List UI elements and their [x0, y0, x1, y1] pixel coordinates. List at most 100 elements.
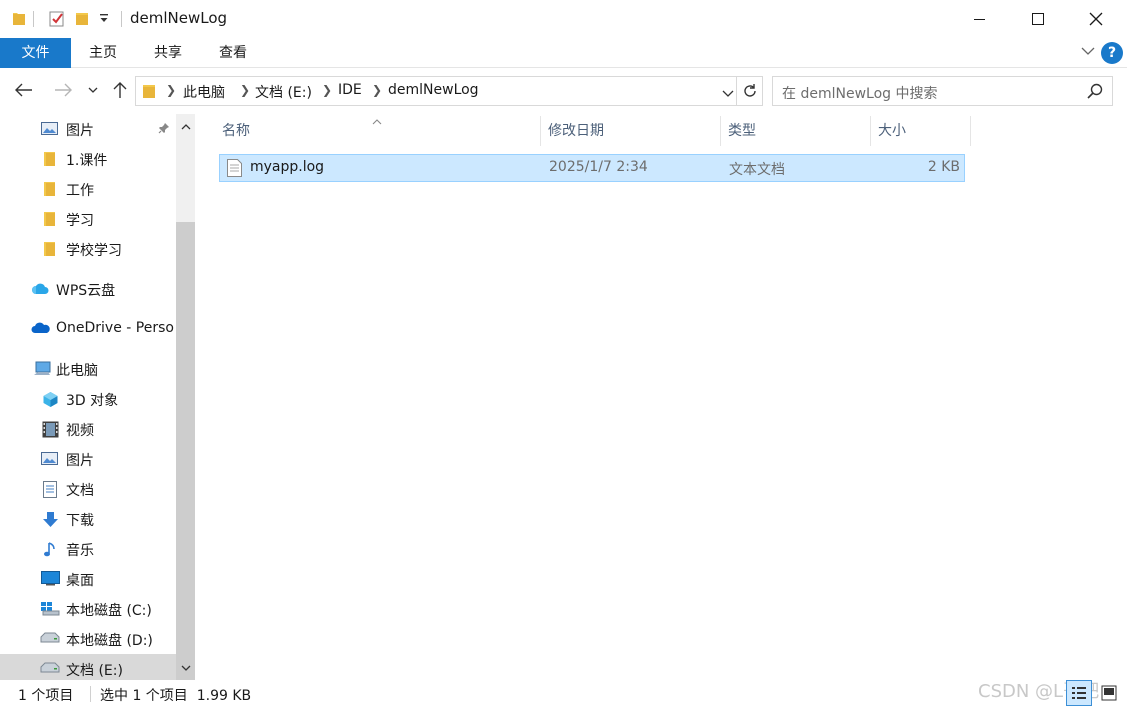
forward-arrow-icon[interactable]: [51, 78, 75, 102]
sidebar-item-label: 文档: [66, 483, 94, 499]
sidebar-item-study[interactable]: 学习: [0, 204, 176, 234]
documents-icon: [43, 481, 60, 498]
scroll-up-icon[interactable]: [176, 116, 195, 136]
sidebar-item-drive-c[interactable]: 本地磁盘 (C:): [0, 594, 176, 624]
sidebar-item-onedrive[interactable]: OneDrive - Perso: [0, 314, 176, 344]
search-icon[interactable]: [1087, 83, 1103, 103]
onedrive-cloud-icon: [31, 321, 50, 337]
back-arrow-icon[interactable]: [12, 78, 36, 102]
sidebar-item-label: 图片: [66, 453, 94, 469]
sidebar-item-label: 视频: [66, 423, 94, 439]
breadcrumb-drive-e[interactable]: 文档 (E:): [255, 82, 312, 102]
new-folder-icon[interactable]: [75, 10, 89, 30]
windows-drive-icon: [40, 601, 60, 617]
sidebar-item-label: 1.课件: [66, 153, 108, 169]
large-icons-view-button[interactable]: [1096, 680, 1122, 706]
scroll-down-icon[interactable]: [176, 658, 195, 678]
sidebar-item-school-study[interactable]: 学校学习: [0, 234, 176, 264]
status-bar: 1 个项目 选中 1 个项目 1.99 KB: [0, 680, 1127, 709]
folder-icon: [43, 211, 60, 227]
sidebar-scrollbar-thumb[interactable]: [176, 222, 195, 680]
sidebar-item-desktop[interactable]: 桌面: [0, 564, 176, 594]
sidebar-item-label: 文档 (E:): [66, 663, 123, 679]
sidebar-item-wps-cloud[interactable]: WPS云盘: [0, 274, 176, 304]
sidebar-item-music[interactable]: 音乐: [0, 534, 176, 564]
folder-icon: [142, 83, 156, 103]
sidebar-item-label: 工作: [66, 183, 94, 199]
refresh-icon: [743, 84, 756, 97]
close-button[interactable]: [1067, 0, 1125, 38]
breadcrumb-current[interactable]: demlNewLog: [388, 82, 479, 98]
videos-icon: [42, 421, 59, 438]
maximize-button[interactable]: [1009, 0, 1067, 38]
sidebar-item-label: 此电脑: [56, 363, 98, 379]
breadcrumb-chevron-icon[interactable]: ❯: [322, 83, 332, 97]
help-icon[interactable]: ?: [1101, 42, 1123, 64]
sidebar-item-documents[interactable]: 文档: [0, 474, 176, 504]
sidebar-item-label: OneDrive - Perso: [56, 320, 174, 336]
file-row[interactable]: myapp.log 2025/1/7 2:34 文本文档 2 KB: [219, 154, 965, 182]
details-view-icon: [1072, 687, 1086, 699]
status-item-count: 1 个项目: [18, 688, 74, 704]
sidebar-item-this-pc[interactable]: 此电脑: [0, 354, 176, 384]
tab-home[interactable]: 主页: [80, 38, 126, 68]
folder-icon: [43, 181, 60, 197]
address-history-chevron-icon[interactable]: [722, 86, 734, 102]
tab-view[interactable]: 查看: [210, 38, 256, 68]
tab-file[interactable]: 文件: [0, 38, 71, 68]
navigation-bar: ❯ 此电脑 ❯ 文档 (E:) ❯ IDE ❯ demlNewLog 在 dem…: [0, 70, 1127, 110]
folder-icon: [43, 241, 60, 257]
sidebar-item-label: 学校学习: [66, 243, 122, 259]
title-bar: demlNewLog: [0, 0, 1127, 38]
properties-check-icon[interactable]: [49, 10, 65, 31]
3d-objects-icon: [42, 391, 59, 407]
pictures-icon: [41, 121, 58, 137]
desktop-icon: [41, 571, 60, 587]
column-header-size[interactable]: 大小: [878, 116, 968, 146]
file-modified: 2025/1/7 2:34: [549, 159, 648, 175]
details-view-button[interactable]: [1066, 680, 1092, 706]
search-placeholder: 在 demlNewLog 中搜索: [782, 86, 938, 102]
pictures-icon: [41, 451, 58, 467]
sidebar-item-drive-d[interactable]: 本地磁盘 (D:): [0, 624, 176, 654]
search-input[interactable]: 在 demlNewLog 中搜索: [772, 76, 1113, 106]
customize-dropdown-icon[interactable]: [99, 12, 109, 28]
large-icons-view-icon: [1101, 685, 1117, 701]
folder-icon: [43, 151, 60, 167]
sidebar-item-drive-e[interactable]: 文档 (E:): [0, 654, 176, 680]
file-name: myapp.log: [250, 159, 325, 175]
sidebar-item-work[interactable]: 工作: [0, 174, 176, 204]
ribbon-expand-icon[interactable]: [1081, 44, 1095, 60]
wps-cloud-icon: [31, 281, 50, 297]
recent-locations-chevron-icon[interactable]: [83, 78, 103, 102]
minimize-button[interactable]: [951, 0, 1009, 38]
refresh-button[interactable]: [737, 76, 763, 106]
breadcrumb-chevron-icon[interactable]: ❯: [166, 83, 176, 97]
tab-share[interactable]: 共享: [145, 38, 191, 68]
sidebar-item-downloads[interactable]: 下载: [0, 504, 176, 534]
column-header-type[interactable]: 类型: [728, 116, 868, 146]
navigation-pane: 图片 1.课件 工作 学习 学校学习 WPS云盘 OneDrive - Pers…: [0, 114, 196, 680]
sidebar-item-videos[interactable]: 视频: [0, 414, 176, 444]
sidebar-item-label: 图片: [66, 123, 94, 139]
this-pc-icon: [33, 361, 51, 377]
address-bar[interactable]: ❯ 此电脑 ❯ 文档 (E:) ❯ IDE ❯ demlNewLog: [135, 76, 737, 106]
sidebar-item-courseware[interactable]: 1.课件: [0, 144, 176, 174]
sidebar-item-pictures-quick[interactable]: 图片: [0, 114, 176, 144]
sidebar-item-pictures[interactable]: 图片: [0, 444, 176, 474]
up-arrow-icon[interactable]: [108, 78, 132, 102]
breadcrumb-chevron-icon[interactable]: ❯: [372, 83, 382, 97]
sidebar-item-label: WPS云盘: [56, 283, 116, 299]
column-header-modified[interactable]: 修改日期: [548, 116, 718, 146]
sidebar-item-3d-objects[interactable]: 3D 对象: [0, 384, 176, 414]
breadcrumb-chevron-icon[interactable]: ❯: [240, 83, 250, 97]
sidebar-item-label: 桌面: [66, 573, 94, 589]
sidebar-item-label: 本地磁盘 (D:): [66, 633, 153, 649]
downloads-icon: [42, 511, 59, 527]
breadcrumb-ide[interactable]: IDE: [338, 82, 362, 98]
sidebar-item-label: 本地磁盘 (C:): [66, 603, 152, 619]
sidebar-item-label: 下载: [66, 513, 94, 529]
pin-icon[interactable]: [158, 122, 170, 138]
breadcrumb-this-pc[interactable]: 此电脑: [183, 82, 225, 102]
column-header-name[interactable]: 名称: [222, 116, 538, 146]
